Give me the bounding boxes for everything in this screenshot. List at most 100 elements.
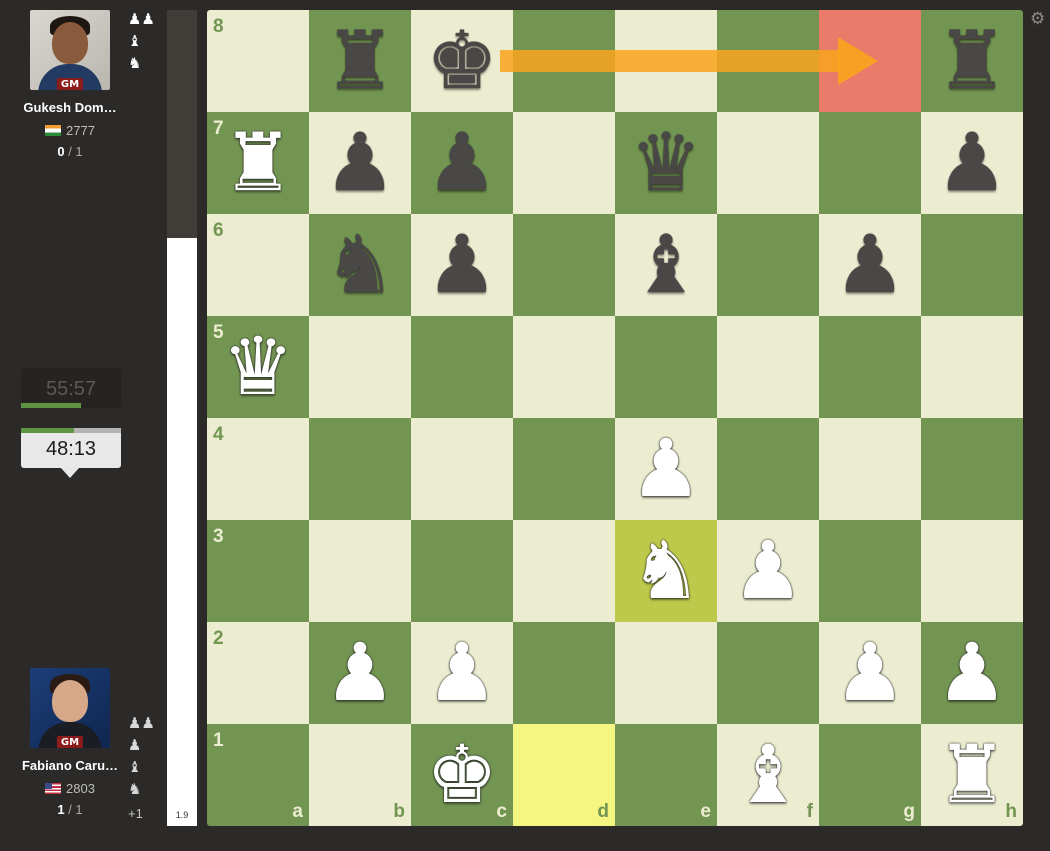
white-king-icon[interactable]: ♚ [426, 735, 498, 815]
square-e7[interactable]: ♛ [615, 112, 717, 214]
square-h5[interactable] [921, 316, 1023, 418]
square-d6[interactable] [513, 214, 615, 316]
square-h2[interactable]: ♟ [921, 622, 1023, 724]
square-d2[interactable] [513, 622, 615, 724]
square-g1[interactable]: g [819, 724, 921, 826]
square-a7[interactable]: 7 ♜ [207, 112, 309, 214]
white-pawn-icon[interactable]: ♟ [426, 633, 498, 713]
captured-bishop-icon: ♝ [128, 758, 142, 776]
square-g5[interactable] [819, 316, 921, 418]
player-avatar-bottom[interactable]: GM [30, 668, 110, 748]
square-f3[interactable]: ♟ [717, 520, 819, 622]
square-g2[interactable]: ♟ [819, 622, 921, 724]
square-c8[interactable]: ♚ [411, 10, 513, 112]
square-a6[interactable]: 6 [207, 214, 309, 316]
square-e4[interactable]: ♟ [615, 418, 717, 520]
square-d5[interactable] [513, 316, 615, 418]
black-pawn-icon[interactable]: ♟ [426, 225, 498, 305]
white-rook-icon[interactable]: ♜ [222, 123, 294, 203]
square-g6[interactable]: ♟ [819, 214, 921, 316]
square-c6[interactable]: ♟ [411, 214, 513, 316]
square-f4[interactable] [717, 418, 819, 520]
chess-board[interactable]: 8 ♜ ♚ ♜ 7 ♜ ♟ ♟ ♛ ♟ 6 ♞ ♟ ♝ ♟ 5 ♛ 4 ♟ 3 ♞ ♟ 2 ♟ ♟ ♟ ♟ 1 a b c ♚ d e f ♝ g h ♜ [207, 10, 1023, 826]
square-f8[interactable] [717, 10, 819, 112]
square-d8[interactable] [513, 10, 615, 112]
india-flag-icon [45, 125, 62, 136]
square-b7[interactable]: ♟ [309, 112, 411, 214]
black-pawn-icon[interactable]: ♟ [834, 225, 906, 305]
square-b1[interactable]: b [309, 724, 411, 826]
square-f6[interactable] [717, 214, 819, 316]
square-b5[interactable] [309, 316, 411, 418]
square-a1[interactable]: 1a [207, 724, 309, 826]
white-queen-icon[interactable]: ♛ [222, 327, 294, 407]
black-bishop-icon[interactable]: ♝ [630, 225, 702, 305]
square-e3[interactable]: ♞ [615, 520, 717, 622]
square-b2[interactable]: ♟ [309, 622, 411, 724]
square-h8[interactable]: ♜ [921, 10, 1023, 112]
white-knight-icon[interactable]: ♞ [630, 531, 702, 611]
player-name-top[interactable]: Gukesh Dom… [0, 100, 140, 115]
rank-label: 2 [213, 628, 224, 649]
square-b6[interactable]: ♞ [309, 214, 411, 316]
square-e1[interactable]: e [615, 724, 717, 826]
rank-label: 1 [213, 730, 224, 751]
square-e5[interactable] [615, 316, 717, 418]
square-a2[interactable]: 2 [207, 622, 309, 724]
square-f5[interactable] [717, 316, 819, 418]
square-h6[interactable] [921, 214, 1023, 316]
player-avatar-top[interactable]: GM [30, 10, 110, 90]
white-pawn-icon[interactable]: ♟ [732, 531, 804, 611]
square-h4[interactable] [921, 418, 1023, 520]
square-d4[interactable] [513, 418, 615, 520]
square-g3[interactable] [819, 520, 921, 622]
square-g8[interactable] [819, 10, 921, 112]
square-c4[interactable] [411, 418, 513, 520]
black-pawn-icon[interactable]: ♟ [324, 123, 396, 203]
square-e8[interactable] [615, 10, 717, 112]
square-b4[interactable] [309, 418, 411, 520]
square-a4[interactable]: 4 [207, 418, 309, 520]
square-g4[interactable] [819, 418, 921, 520]
black-knight-icon[interactable]: ♞ [324, 225, 396, 305]
square-e2[interactable] [615, 622, 717, 724]
square-d7[interactable] [513, 112, 615, 214]
white-pawn-icon[interactable]: ♟ [324, 633, 396, 713]
gear-icon[interactable]: ⚙ [1030, 10, 1048, 28]
captured-bishop-icon: ♝ [128, 32, 142, 50]
square-c3[interactable] [411, 520, 513, 622]
square-b3[interactable] [309, 520, 411, 622]
white-rook-icon[interactable]: ♜ [936, 735, 1008, 815]
square-d3[interactable] [513, 520, 615, 622]
black-rook-icon[interactable]: ♜ [324, 21, 396, 101]
player-name-bottom[interactable]: Fabiano Caru… [0, 758, 140, 773]
black-pawn-icon[interactable]: ♟ [426, 123, 498, 203]
square-e6[interactable]: ♝ [615, 214, 717, 316]
square-f1[interactable]: f ♝ [717, 724, 819, 826]
white-pawn-icon[interactable]: ♟ [834, 633, 906, 713]
square-a3[interactable]: 3 [207, 520, 309, 622]
black-rook-icon[interactable]: ♜ [936, 21, 1008, 101]
square-d1[interactable]: d [513, 724, 615, 826]
rating-value: 2803 [66, 781, 95, 796]
white-bishop-icon[interactable]: ♝ [732, 735, 804, 815]
square-c1[interactable]: c ♚ [411, 724, 513, 826]
square-b8[interactable]: ♜ [309, 10, 411, 112]
white-pawn-icon[interactable]: ♟ [630, 429, 702, 509]
white-pawn-icon[interactable]: ♟ [936, 633, 1008, 713]
square-f7[interactable] [717, 112, 819, 214]
square-h1[interactable]: h ♜ [921, 724, 1023, 826]
square-h7[interactable]: ♟ [921, 112, 1023, 214]
square-g7[interactable] [819, 112, 921, 214]
square-c5[interactable] [411, 316, 513, 418]
square-h3[interactable] [921, 520, 1023, 622]
square-f2[interactable] [717, 622, 819, 724]
square-c2[interactable]: ♟ [411, 622, 513, 724]
square-a8[interactable]: 8 [207, 10, 309, 112]
square-c7[interactable]: ♟ [411, 112, 513, 214]
black-pawn-icon[interactable]: ♟ [936, 123, 1008, 203]
black-queen-icon[interactable]: ♛ [630, 123, 702, 203]
captured-pawns-icon: ♟♟ [128, 714, 155, 732]
square-a5[interactable]: 5 ♛ [207, 316, 309, 418]
black-king-icon[interactable]: ♚ [426, 21, 498, 101]
